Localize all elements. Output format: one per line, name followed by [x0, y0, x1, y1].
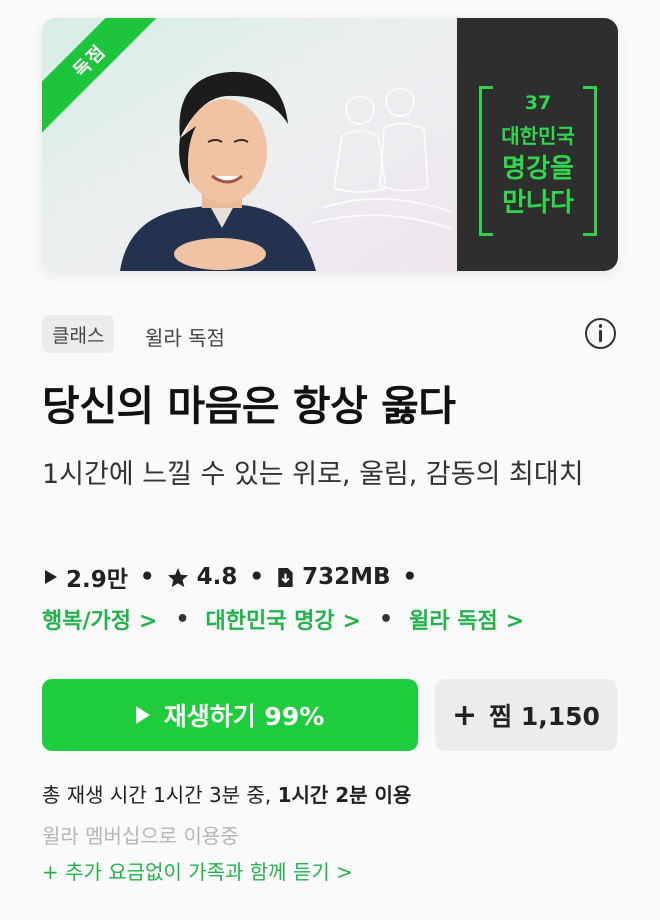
- series-bracket: 37 대한민국 명강을 만나다: [479, 86, 597, 238]
- wishlist-button-label: 찜 1,150: [489, 702, 600, 731]
- tag-happiness-family[interactable]: 행복/가정 >: [42, 603, 157, 635]
- membership-status: 윌라 멤버십으로 이용중: [42, 824, 239, 848]
- stats-row: 2.9만 • 4.8 • 732MB •: [44, 561, 429, 593]
- used-time: 1시간 2분 이용: [277, 783, 412, 807]
- course-banner[interactable]: 독점 37 대한민국 명강을 만나다: [42, 18, 618, 271]
- detail-page: 독점 37 대한민국 명강을 만나다 클래스 윌라 독점 당신의 마음은 항상 …: [0, 0, 660, 920]
- exclusive-ribbon: 독점: [42, 18, 192, 168]
- series-title-line1: 대한민국: [501, 124, 575, 148]
- star-icon: [167, 567, 188, 587]
- info-icon-dot: [598, 324, 602, 328]
- total-play-time-prefix: 총 재생 시간 1시간 3분 중,: [42, 783, 278, 807]
- tag-label: 행복/가정: [42, 609, 131, 634]
- tag-label: 대한민국 명강: [205, 609, 335, 634]
- stat-separator: •: [139, 564, 155, 590]
- plays-stat: 2.9만: [44, 560, 128, 594]
- play-button-label: 재생하기 99%: [163, 702, 325, 731]
- series-title-line3: 만나다: [502, 188, 574, 218]
- category-tags: 행복/가정 > • 대한민국 명강 > • 윌라 독점 >: [42, 603, 524, 635]
- tag-korea-lecture[interactable]: 대한민국 명강 >: [206, 603, 362, 635]
- tag-separator: •: [175, 606, 190, 632]
- info-icon-bar: [598, 330, 602, 342]
- info-icon[interactable]: [585, 318, 616, 349]
- play-icon: [135, 706, 150, 724]
- content-type-chip: 클래스: [42, 315, 115, 353]
- stat-separator: •: [249, 564, 265, 590]
- exclusive-label: 윌라 독점: [145, 326, 225, 350]
- plus-icon: +: [452, 697, 478, 733]
- play-button[interactable]: 재생하기 99%: [42, 679, 418, 751]
- tag-separator: •: [379, 606, 394, 632]
- size-stat: 732MB: [276, 564, 391, 590]
- page-title: 당신의 마음은 항상 옳다: [42, 382, 456, 430]
- series-number: 37: [524, 92, 552, 114]
- file-size: 732MB: [302, 564, 391, 590]
- page-subtitle: 1시간에 느낄 수 있는 위로, 울림, 감동의 최대치: [42, 459, 584, 490]
- plays-count: 2.9만: [66, 567, 128, 593]
- wishlist-button[interactable]: + 찜 1,150: [435, 679, 617, 751]
- rating-value: 4.8: [196, 564, 238, 590]
- series-title-line2: 명강을: [502, 154, 574, 184]
- chevron-right-icon: >: [342, 609, 362, 634]
- tag-willa-exclusive[interactable]: 윌라 독점 >: [409, 603, 524, 635]
- chevron-right-icon: >: [505, 609, 525, 634]
- stat-separator: •: [402, 564, 418, 590]
- rating-stat: 4.8: [167, 564, 238, 590]
- download-file-icon: [278, 567, 293, 587]
- chevron-right-icon: >: [139, 609, 158, 634]
- series-panel: 37 대한민국 명강을 만나다: [457, 18, 618, 271]
- exclusive-ribbon-label: 독점: [42, 18, 169, 140]
- play-icon: [45, 570, 57, 584]
- total-play-time: 총 재생 시간 1시간 3분 중, 1시간 2분 이용: [42, 779, 411, 808]
- tag-label: 윌라 독점: [409, 609, 498, 634]
- family-share-link[interactable]: + 추가 요금없이 가족과 함께 듣기 >: [42, 856, 353, 885]
